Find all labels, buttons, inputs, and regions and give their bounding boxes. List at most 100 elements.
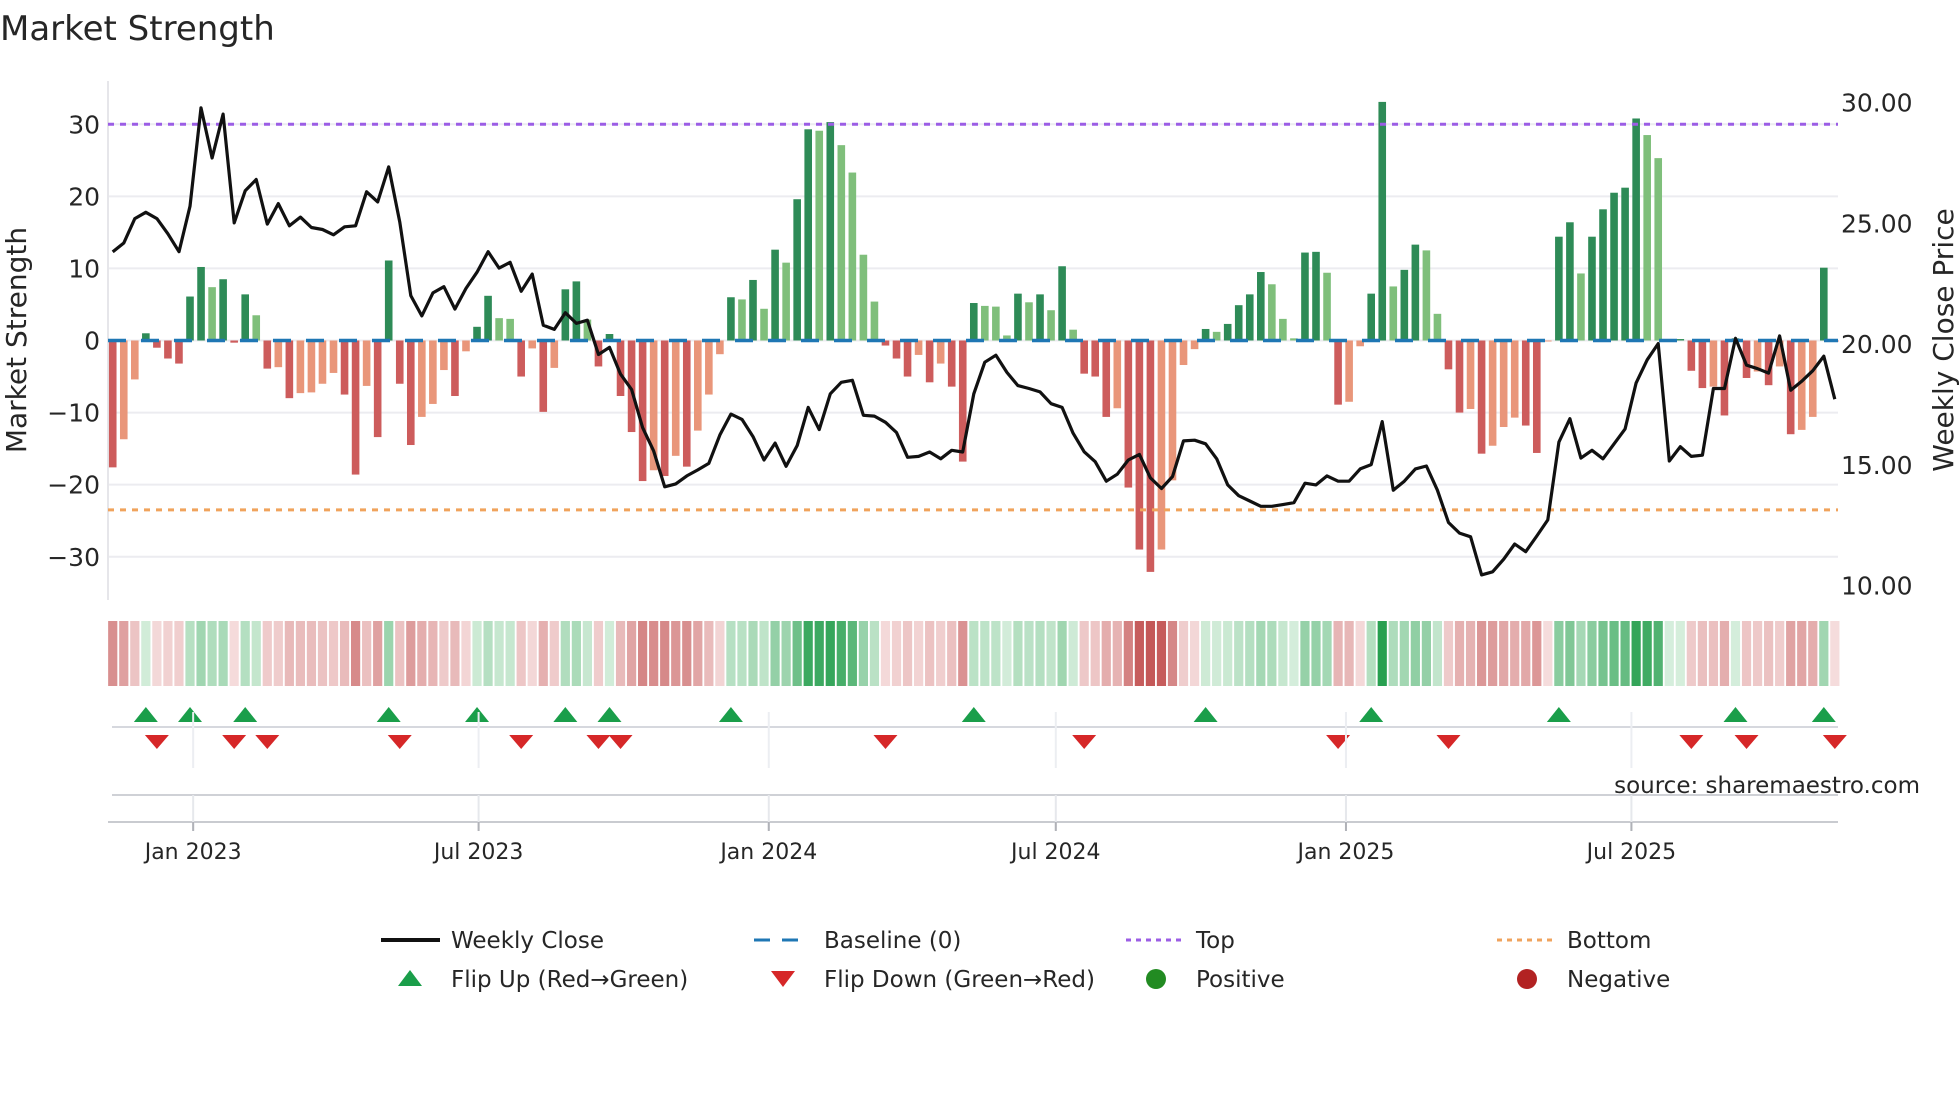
heatmap-cell [571,621,581,686]
strength-bar [1168,340,1177,481]
heatmap-cell [1565,621,1575,686]
flip-up-marker [718,707,743,722]
left-tick-label: −20 [47,471,100,500]
heatmap-cell [229,621,239,686]
strength-bar [395,340,404,384]
heatmap-cell [163,621,173,686]
heatmap-cell [1786,621,1796,686]
x-axis: Jan 2023 Jul 2023 Jan 2024 Jul 2024 Jan 2025… [108,712,1838,865]
heatmap-cell [384,621,394,686]
heatmap-cell [781,621,791,686]
strength-bar [694,340,702,431]
heatmap-cell [108,621,118,686]
legend-label: Flip Up (Red→Green) [451,967,688,993]
heatmap-cell [649,621,659,686]
heatmap-cell [1543,621,1553,686]
strength-bar [1599,209,1607,341]
heatmap-cell [1112,621,1122,686]
chart-title: Market Strength [0,9,275,49]
heatmap-cell [1035,621,1045,686]
heatmap-cell [196,621,206,686]
heatmap-cell [185,621,195,686]
heatmap-cell [1708,621,1719,686]
heatmap-cell [152,621,162,686]
strength-bar [263,340,272,369]
strength-bar [197,266,205,341]
strength-bar [329,340,338,373]
strength-bar [164,340,172,359]
heatmap-cell [969,621,979,686]
source-credit: source: sharemaestro.com [1614,773,1920,799]
legend-label: Positive [1196,967,1285,993]
heatmap-cell [218,621,228,686]
circle-icon [1517,969,1537,989]
strength-bar [252,315,261,341]
strength-bar [451,340,459,397]
heatmap-cell [1741,621,1752,686]
strength-bar [506,318,514,341]
strength-bar [1400,269,1409,341]
flip-markers [112,707,1847,749]
strength-bar [1080,340,1088,374]
strength-bar [175,340,183,364]
strength-bar [1532,340,1541,453]
right-tick-label: 15.00 [1841,451,1913,480]
strength-bar [1499,340,1508,427]
left-tick-label: −10 [47,399,100,428]
strength-bar [1577,273,1585,341]
strength-bar [1632,118,1640,341]
heatmap-cell [902,621,913,686]
heatmap-cell [803,621,813,686]
heatmap-cell [1002,621,1012,686]
strength-bar [285,340,294,399]
strength-bar [1091,340,1100,377]
strength-bar [749,279,757,341]
strength-bar [318,340,327,384]
heatmap-cell [1278,621,1288,686]
heatmap-cell [1421,621,1431,686]
legend-item-negative: Negative [1517,967,1670,993]
heatmap-cell [1201,621,1211,686]
heatmap-cell [362,621,372,686]
strength-bar [1312,251,1320,341]
heatmap-cell [825,621,835,686]
heatmap-cell [1609,621,1619,686]
heatmap-cell [1775,621,1785,686]
circle-icon [1146,969,1166,989]
flip-down-marker [586,735,611,749]
strength-bar [1025,302,1033,341]
heatmap-cell [1454,621,1465,686]
heatmap-cell [1123,621,1133,686]
heatmap-cell [262,621,272,686]
heatmap-cell [1554,621,1564,686]
left-tick-label: 20 [68,182,100,211]
legend-item-positive: Positive [1146,967,1285,993]
heatmap-cell [1587,621,1597,686]
heatmap-cell [1675,621,1685,686]
heatmap-cell [1090,621,1100,686]
strength-bar [1687,340,1696,371]
heatmap-cell [615,621,626,686]
legend-label: Negative [1567,967,1670,993]
flip-down-marker [608,735,633,749]
heatmap-cell [1333,621,1343,686]
heatmap-cell [1145,621,1156,686]
heatmap-cell [538,621,548,686]
flip-up-marker [597,707,622,722]
heatmap-cell [748,621,758,686]
x-tick-label: Jul 2025 [1585,840,1677,865]
legend-label: Bottom [1567,928,1651,954]
heatmap-cell [1686,621,1696,686]
heatmap-cell [604,621,615,686]
heatmap-cell [1465,621,1476,686]
strength-bar [1268,284,1276,341]
strength-bar [1466,340,1475,409]
heatmap-cell [483,621,493,686]
flip-up-marker [1359,707,1384,722]
flip-down-marker [144,735,169,749]
flip-down-marker [1679,735,1704,749]
strength-bar [274,340,283,368]
heatmap-cell [439,621,449,686]
heatmap-cell [1499,621,1509,686]
heatmap-cell [1598,621,1608,686]
